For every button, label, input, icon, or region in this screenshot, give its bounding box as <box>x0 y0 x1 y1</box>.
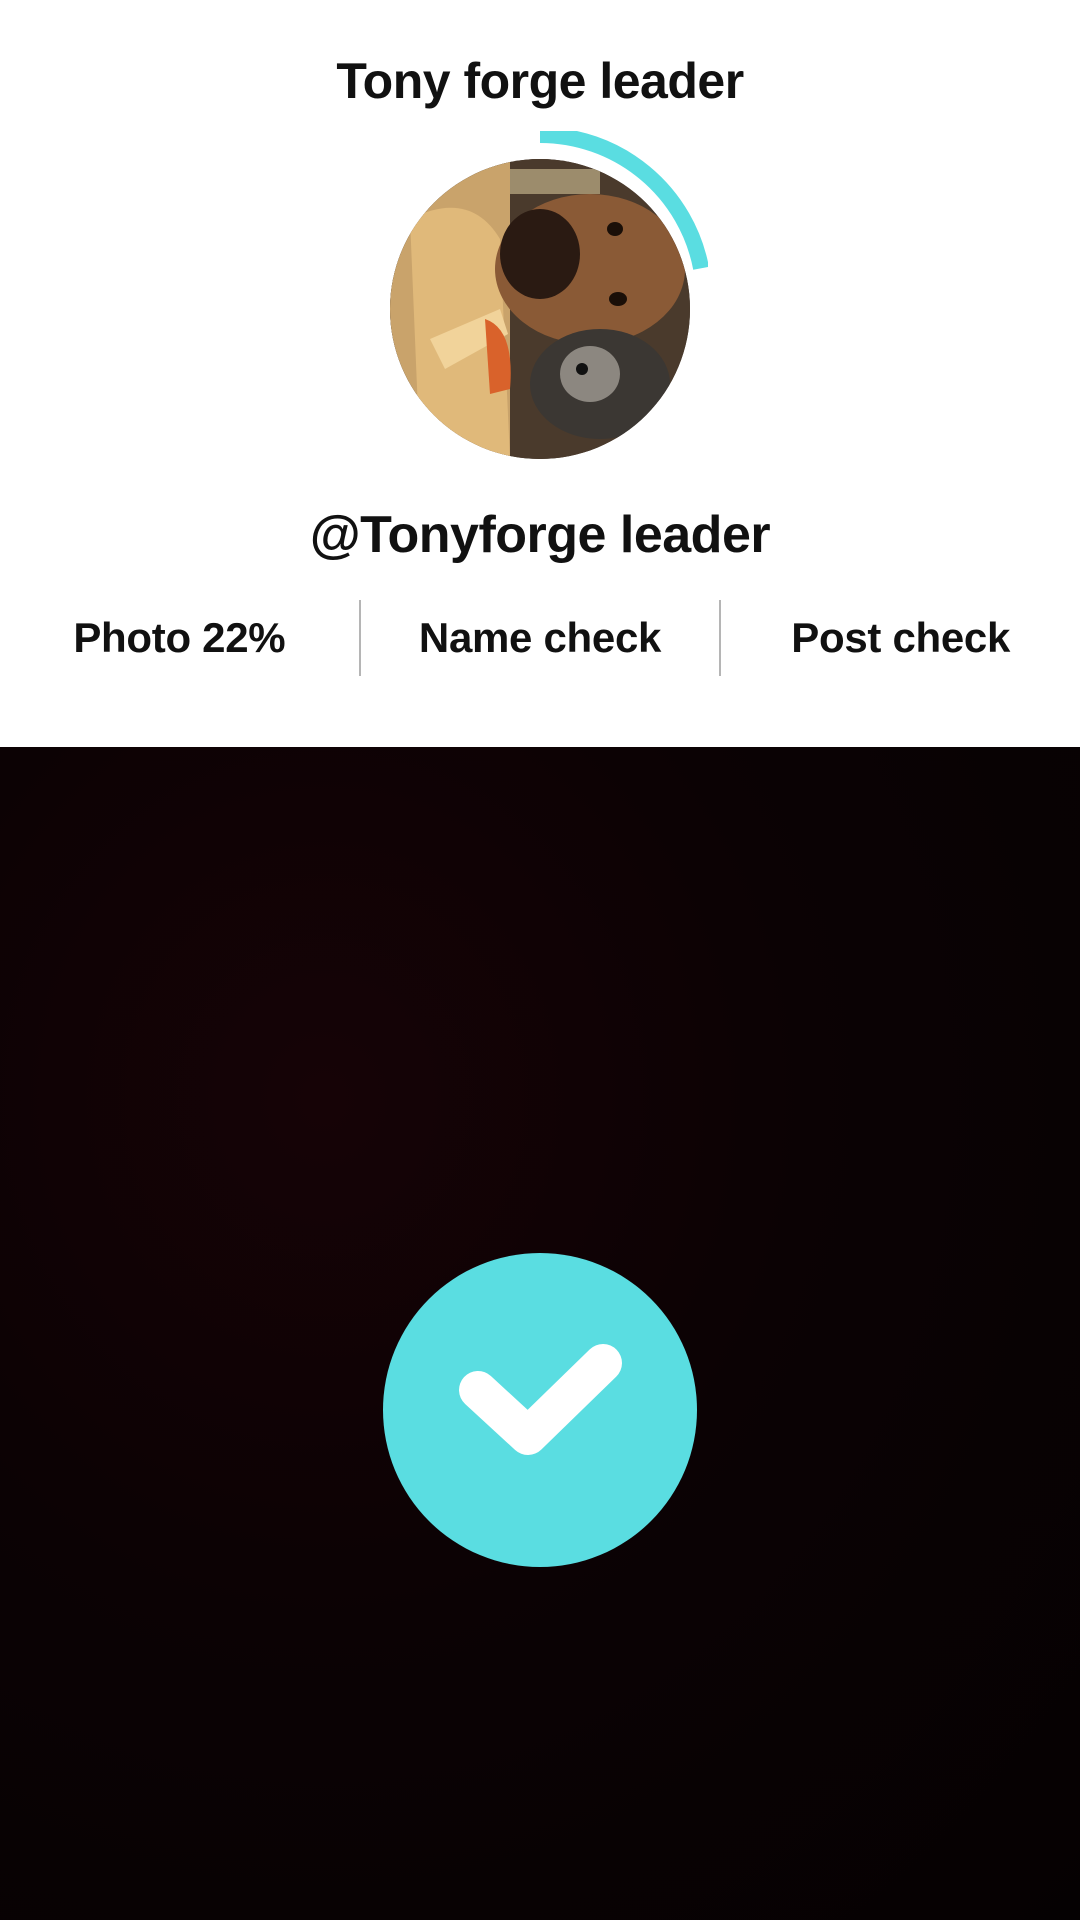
check-icon <box>459 1344 622 1455</box>
display-name: Tony forge leader <box>336 53 744 109</box>
name-check-step: Name check <box>418 614 662 661</box>
profile-check-panel: Tony forge leader @Tonyforge leader Phot… <box>0 0 1080 747</box>
post-check-step: Post check <box>791 614 1011 661</box>
photo-check-step: Photo 22% <box>73 614 286 661</box>
confirm-button[interactable] <box>383 1253 697 1567</box>
username-handle: @Tonyforge leader <box>309 506 771 564</box>
avatar-photo <box>390 159 690 459</box>
avatar-progress <box>372 131 708 467</box>
avatar[interactable] <box>390 159 690 459</box>
check-steps: Photo 22% Name check Post check <box>0 600 1080 676</box>
